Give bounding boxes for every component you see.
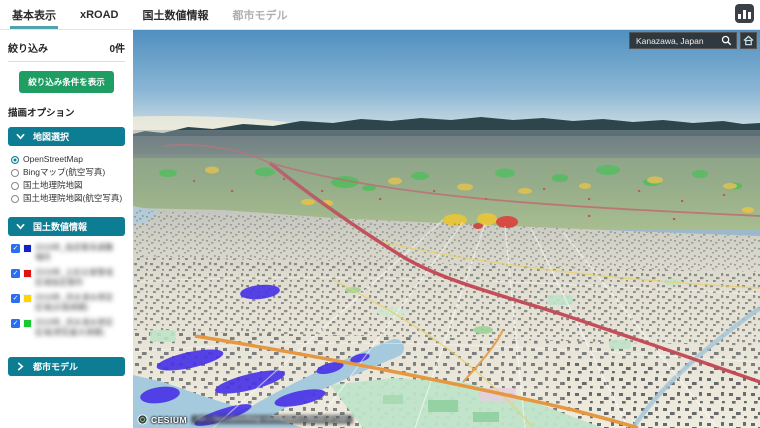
chevron-down-icon (16, 132, 25, 141)
checkbox-checked-icon: ✓ (11, 244, 20, 253)
basemap-radio-list: OpenStreetMap Bingマップ(航空写真) 国土地理院地図 国土地理… (8, 146, 125, 209)
app-window: 基本表示 xROAD 国土数値情報 都市モデル 絞り込み 0件 絞り込み条件を表… (0, 0, 760, 428)
chevron-down-icon (16, 222, 25, 231)
accordion-map-select-title: 地図選択 (33, 130, 69, 143)
nlni-layer-row[interactable]: ✓ 2019年_洪水浸水想定区域(想定最大規模) (11, 318, 125, 337)
nlni-layer-list: ✓ 2019年_指定緊急避難場所 ✓ 2019年_土砂災害警戒区域指定箇所 ✓ … (8, 236, 125, 349)
bar-chart-icon-button[interactable] (735, 4, 754, 23)
bar-chart-icon (743, 10, 746, 19)
nlni-layer-label-blurred: 2019年_洪水浸水想定区域(想定最大規模) (35, 318, 121, 337)
layer-color-swatch (23, 294, 32, 303)
tab-city-model[interactable]: 都市モデル (233, 0, 288, 29)
basemap-option-label: 国土地理院地図(航空写真) (23, 192, 122, 205)
basemap-option-label: OpenStreetMap (23, 153, 83, 166)
accordion-nlni[interactable]: 国土数値情報 (8, 217, 125, 236)
layer-color-swatch (23, 244, 32, 253)
basemap-option-label: Bingマップ(航空写真) (23, 166, 105, 179)
basemap-option-bing-aerial[interactable]: Bingマップ(航空写真) (11, 166, 125, 179)
checkbox-checked-icon: ✓ (11, 319, 20, 328)
accordion-nlni-title: 国土数値情報 (33, 220, 87, 233)
search-value: Kanazawa, Japan (636, 36, 721, 46)
radio-icon (11, 169, 19, 177)
bar-chart-icon (738, 14, 741, 19)
checkbox-checked-icon: ✓ (11, 269, 20, 278)
search-input[interactable]: Kanazawa, Japan (629, 32, 737, 49)
tab-xroad[interactable]: xROAD (80, 0, 119, 29)
top-tab-bar: 基本表示 xROAD 国土数値情報 都市モデル (0, 0, 760, 30)
home-view-button[interactable] (740, 32, 757, 49)
tab-nav: 基本表示 xROAD 国土数値情報 都市モデル (0, 0, 760, 29)
nlni-layer-row[interactable]: ✓ 2019年_土砂災害警戒区域指定箇所 (11, 268, 125, 287)
radio-icon (11, 195, 19, 203)
sidebar: 絞り込み 0件 絞り込み条件を表示 描画オプション 地図選択 OpenStree… (0, 30, 133, 428)
nlni-layer-label-blurred: 2019年_指定緊急避難場所 (35, 243, 121, 262)
layer-color-swatch (23, 269, 32, 278)
filter-summary-row: 絞り込み 0件 (8, 40, 125, 62)
home-icon (743, 35, 754, 46)
nlni-layer-row[interactable]: ✓ 2019年_指定緊急避難場所 (11, 243, 125, 262)
draw-options-label: 描画オプション (8, 105, 125, 119)
data-attribution-blurred[interactable]: ion | OpenStreetMap contributors | Terms… (191, 415, 353, 424)
cesium-logo-text: CESIUM (151, 415, 187, 425)
search-icon[interactable] (721, 35, 732, 46)
filter-count: 0件 (109, 40, 125, 55)
nlni-layer-label-blurred: 2019年_土砂災害警戒区域指定箇所 (35, 268, 121, 287)
basemap-option-openstreetmap[interactable]: OpenStreetMap (11, 153, 125, 166)
cesium-3d-map-viewport[interactable]: Kanazawa, Japan CESIUM (133, 30, 760, 428)
radio-icon (11, 182, 19, 190)
show-filter-conditions-button[interactable]: 絞り込み条件を表示 (19, 71, 114, 93)
tab-national-land-info[interactable]: 国土数値情報 (143, 0, 209, 29)
nlni-layer-label-blurred: 2019年_洪水浸水想定区域(計画規模) (35, 293, 121, 312)
basemap-option-gsi-map[interactable]: 国土地理院地図 (11, 179, 125, 192)
cesium-logo[interactable]: CESIUM (137, 414, 187, 425)
map-credits: CESIUM ion | OpenStreetMap contributors … (137, 414, 353, 425)
terrain-render (133, 30, 760, 428)
accordion-city-model-title: 都市モデル (33, 360, 78, 373)
basemap-option-gsi-aerial[interactable]: 国土地理院地図(航空写真) (11, 192, 125, 205)
accordion-map-select[interactable]: 地図選択 (8, 127, 125, 146)
checkbox-checked-icon: ✓ (11, 294, 20, 303)
layer-color-swatch (23, 319, 32, 328)
radio-selected-icon (11, 156, 19, 164)
basemap-option-label: 国土地理院地図 (23, 179, 83, 192)
nlni-layer-row[interactable]: ✓ 2019年_洪水浸水想定区域(計画規模) (11, 293, 125, 312)
geocoder: Kanazawa, Japan (629, 32, 757, 49)
bar-chart-icon (748, 12, 751, 19)
tab-basic-view[interactable]: 基本表示 (12, 0, 56, 29)
cesium-globe-icon (137, 414, 148, 425)
accordion-city-model[interactable]: 都市モデル (8, 357, 125, 376)
chevron-right-icon (16, 362, 25, 371)
filter-label: 絞り込み (8, 40, 48, 55)
